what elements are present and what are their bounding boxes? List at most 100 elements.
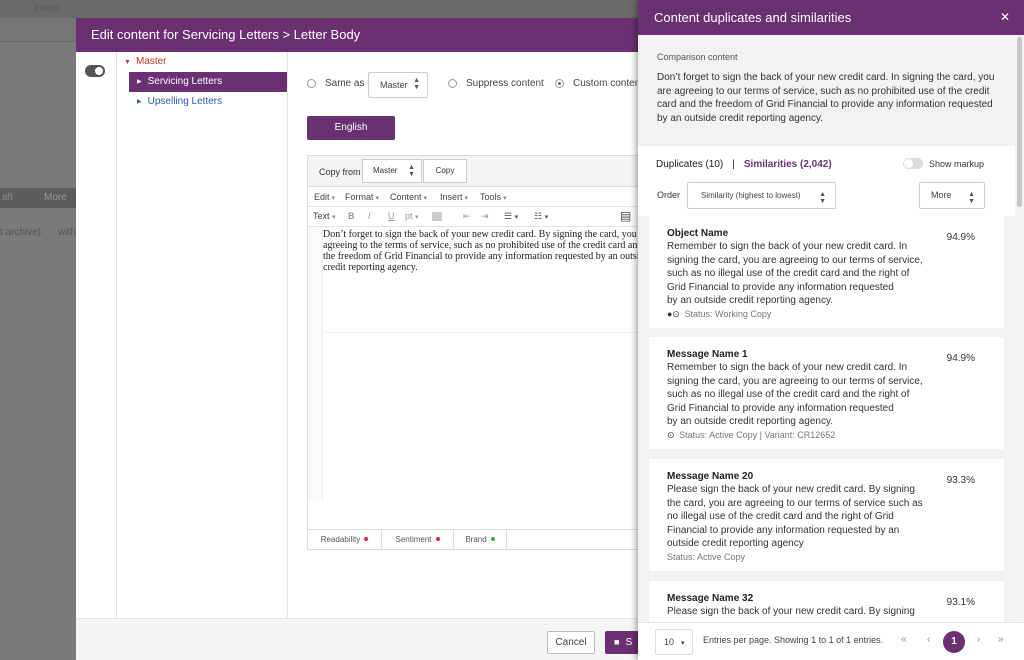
readability-indicator[interactable]: Readability [308, 530, 382, 549]
suppress-content-label: Suppress content [466, 78, 544, 89]
background-tab-fragment: aft [2, 192, 14, 203]
copy-from-select-value: Master [373, 166, 398, 175]
result-name: Message Name 1 [667, 349, 748, 360]
result-line: outside credit reporting agency [667, 538, 804, 549]
sentiment-indicator[interactable]: Sentiment [382, 530, 454, 549]
tab-similarities[interactable]: Similarities (2,042) [744, 159, 832, 170]
save-label: S [625, 637, 633, 648]
bold-icon[interactable]: B [348, 211, 355, 221]
result-body: Please sign the back of your new credit … [667, 483, 937, 551]
cancel-button[interactable]: Cancel [547, 631, 595, 654]
document-line: agreeing to the terms of service, such a… [323, 240, 638, 251]
menu-format[interactable]: Format [345, 192, 379, 202]
result-line: Remember to sign the back of your new cr… [667, 362, 908, 373]
per-page-value: 10 [664, 637, 675, 647]
document-line: credit reporting agency. [323, 262, 418, 273]
editor-menubar: Edit Format Content Insert Tools [308, 187, 638, 207]
result-card[interactable]: Message Name 20 93.3% Please sign the ba… [649, 459, 1004, 571]
same-as-radio[interactable] [307, 79, 316, 88]
text-style-select[interactable]: Text ▾ [313, 211, 336, 221]
more-select[interactable]: More ▲ ▼ [919, 182, 985, 209]
last-page-icon[interactable]: » [998, 634, 1004, 645]
result-card[interactable]: Message Name 32 93.1% Please sign the ba… [649, 581, 1004, 622]
scrollbar-thumb[interactable] [1017, 37, 1022, 207]
save-button[interactable]: ■ S [605, 631, 638, 654]
suppress-content-radio[interactable] [448, 79, 457, 88]
brand-indicator[interactable]: Brand [454, 530, 507, 549]
same-as-select[interactable]: Master ▲ ▼ [368, 72, 428, 98]
result-line: Grid Financial to provide any informatio… [667, 281, 894, 293]
tree-toggle[interactable] [85, 65, 105, 77]
italic-icon[interactable]: I [368, 211, 371, 221]
result-status: Status: Active Copy | Variant: CR12652 [679, 429, 836, 440]
result-status: Status: Working Copy [684, 308, 772, 319]
same-as-select-value: Master [380, 80, 408, 90]
numbered-list-icon[interactable]: ☷ ▾ [534, 211, 548, 222]
menu-content[interactable]: Content [390, 192, 427, 202]
save-icon: ■ [614, 637, 620, 647]
result-status: Status: Active Copy [667, 551, 746, 562]
result-percent: 93.3% [946, 475, 975, 486]
tree-root-master[interactable]: ▼ Master [124, 56, 167, 67]
bullet-list-icon[interactable]: ☰ ▾ [504, 211, 518, 222]
show-markup-toggle[interactable]: Show markup [903, 158, 984, 169]
next-page-icon[interactable]: › [977, 634, 980, 645]
toggle-switch-icon[interactable] [903, 158, 923, 169]
menu-tools[interactable]: Tools [480, 192, 506, 202]
close-icon[interactable]: ✕ [1000, 0, 1010, 35]
rich-text-editor: Copy from Master ▲▼ Copy Edit Format Con… [307, 155, 639, 550]
underline-icon[interactable]: U [388, 211, 395, 221]
result-body: Remember to sign the back of your new cr… [667, 361, 937, 429]
prev-page-icon[interactable]: ‹ [927, 634, 930, 645]
similarity-results-list: Object Name 94.9% Remember to sign the b… [638, 216, 1015, 622]
tab-duplicates[interactable]: Duplicates (10) [656, 159, 723, 170]
panel-scrollbar[interactable] [1015, 35, 1024, 622]
document-line: Don’t forget to sign the back of your ne… [323, 229, 637, 240]
background-with: with [58, 227, 76, 238]
panel-title: Content duplicates and similarities [654, 10, 852, 25]
copy-button[interactable]: Copy [423, 159, 467, 183]
current-page-button[interactable]: 1 [943, 631, 965, 653]
status-dot-icon [490, 537, 495, 541]
custom-content-label: Custom content [573, 78, 644, 89]
status-icon: ⊙ [667, 429, 675, 440]
color-swatch-icon[interactable] [432, 212, 442, 221]
indent-icon[interactable]: ⇥ [481, 211, 489, 222]
duplicates-panel: Content duplicates and similarities ✕ Co… [638, 0, 1024, 660]
result-percent: 94.9% [946, 353, 975, 364]
pagination-info: Entries per page. Showing 1 to 1 of 1 en… [703, 635, 884, 645]
clipboard-icon[interactable]: ▤ [620, 209, 631, 223]
font-size-value: pt [405, 211, 413, 221]
caret-down-icon: ▼ [124, 59, 131, 66]
brand-label: Brand [465, 535, 487, 544]
tree-divider [116, 52, 117, 618]
language-english-button[interactable]: English [307, 116, 395, 140]
editor-document[interactable]: Don’t forget to sign the back of your ne… [308, 227, 638, 501]
result-body: Remember to sign the back of your new cr… [667, 240, 937, 308]
outdent-icon[interactable]: ⇤ [463, 211, 471, 222]
result-card[interactable]: Message Name 1 94.9% Remember to sign th… [649, 337, 1004, 449]
edit-content-modal: Edit content for Servicing Letters > Let… [76, 18, 643, 660]
tab-separator: | [732, 159, 735, 170]
entries-per-page-select[interactable]: 10 [655, 629, 693, 655]
font-size-select[interactable]: pt ▾ [405, 211, 419, 221]
order-select[interactable]: Similarity (highest to lowest) ▲ ▼ [687, 182, 836, 209]
menu-edit[interactable]: Edit [314, 192, 335, 202]
result-body: Please sign the back of your new credit … [667, 605, 937, 619]
result-meta: ⊙ Status: Active Copy | Variant: CR12652 [667, 430, 989, 441]
first-page-icon[interactable]: « [901, 634, 907, 645]
result-line: Remember to sign the back of your new cr… [667, 241, 908, 252]
copy-from-label: Copy from [319, 167, 361, 177]
updown-icon: ▲ ▼ [819, 191, 826, 205]
result-card[interactable]: Object Name 94.9% Remember to sign the b… [649, 216, 1004, 328]
tree-item-servicing-letters[interactable]: ▶ Servicing Letters [129, 72, 287, 92]
result-line: the card, you are agreeing to our terms … [667, 497, 923, 509]
menu-insert[interactable]: Insert [440, 192, 468, 202]
comparison-text: Don’t forget to sign the back of your ne… [657, 72, 995, 124]
tree-item-upselling-letters[interactable]: ▶ Upselling Letters [129, 92, 287, 112]
custom-content-radio[interactable] [555, 79, 564, 88]
copy-from-select[interactable]: Master ▲ ▼ [362, 159, 422, 183]
modal-footer: Cancel ■ S [76, 618, 638, 660]
caret-right-icon: ▶ [137, 79, 142, 85]
content-editor-pane: Same as Master ▲ ▼ Suppress content Custo… [288, 52, 643, 618]
